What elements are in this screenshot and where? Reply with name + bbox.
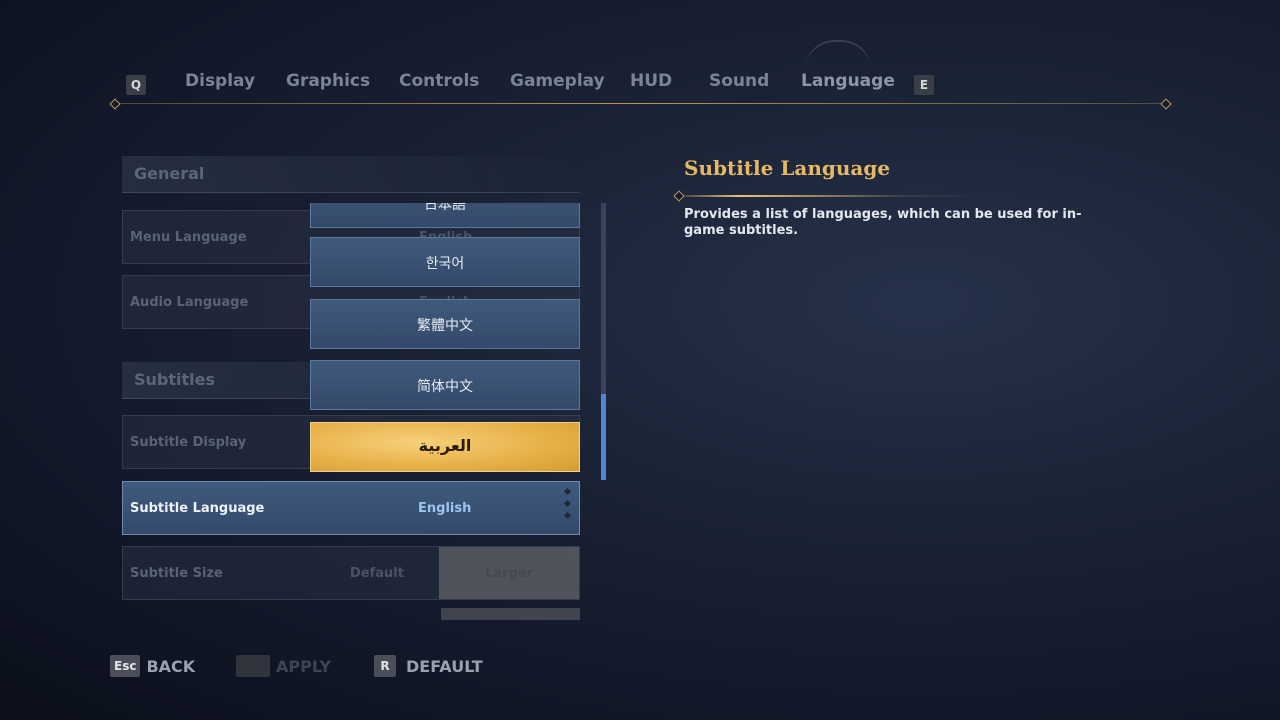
subtitle-language-value: English [418, 501, 472, 516]
audio-language-label: Audio Language [130, 295, 249, 310]
r-key-icon: R [374, 655, 396, 677]
tab-language[interactable]: Language [801, 71, 895, 91]
esc-key-icon: Esc [110, 655, 141, 677]
section-subtitles-title: Subtitles [134, 370, 216, 389]
setting-row-subtitle-size[interactable]: Subtitle Size Default Larger [122, 546, 580, 600]
setting-row-subtitle-language[interactable]: Subtitle Language English [122, 481, 580, 535]
dropdown-item-japanese-label: 日本語 [424, 203, 466, 213]
dropdown-scrollbar-thumb[interactable] [601, 394, 606, 480]
tab-gameplay[interactable]: Gameplay [510, 71, 605, 91]
subtitle-size-label: Subtitle Size [130, 566, 223, 581]
dropdown-item-japanese-clipped[interactable]: 日本語 [310, 203, 580, 228]
description-divider-cap [673, 190, 685, 202]
subtitle-size-option-larger[interactable]: Larger [439, 547, 579, 599]
tab-controls[interactable]: Controls [399, 71, 479, 91]
tab-divider [114, 103, 1166, 104]
dropdown-item-traditional-chinese[interactable]: 繁體中文 [310, 299, 580, 349]
apply-label: APPLY [276, 656, 332, 676]
dropdown-indicator-icon [563, 487, 572, 525]
dropdown-item-japanese[interactable]: 日本語 [310, 203, 580, 228]
dropdown-item-arabic[interactable]: العربية [310, 422, 580, 472]
back-label: BACK [146, 656, 196, 676]
tab-hud[interactable]: HUD [630, 71, 672, 91]
subtitle-size-option-default[interactable]: Default [350, 566, 404, 581]
dropdown-item-simplified-chinese-label: 简体中文 [417, 379, 473, 395]
next-row-peek [441, 608, 580, 620]
description-text: Provides a list of languages, which can … [684, 207, 1082, 238]
tab-display[interactable]: Display [185, 71, 255, 91]
back-action[interactable]: Esc BACK [110, 655, 195, 677]
description-title: Subtitle Language [684, 156, 891, 180]
description-divider [680, 195, 980, 197]
tab-sound[interactable]: Sound [709, 71, 769, 91]
dropdown-item-traditional-chinese-label: 繁體中文 [417, 318, 473, 334]
subtitle-size-larger-label: Larger [484, 566, 533, 581]
next-tab-key[interactable]: E [914, 75, 934, 95]
settings-tab-bar: Q Display Graphics Controls Gameplay HUD… [110, 66, 1170, 106]
dropdown-item-arabic-label: العربية [418, 436, 472, 455]
default-action[interactable]: R DEFAULT [374, 655, 483, 677]
subtitle-language-label: Subtitle Language [130, 501, 265, 516]
prev-tab-key[interactable]: Q [126, 75, 146, 95]
subtitle-display-label: Subtitle Display [130, 435, 247, 450]
tab-graphics[interactable]: Graphics [286, 71, 370, 91]
menu-language-label: Menu Language [130, 230, 247, 245]
section-general-title: General [134, 164, 205, 183]
dropdown-item-korean[interactable]: 한국어 [310, 237, 580, 287]
dropdown-item-simplified-chinese[interactable]: 简体中文 [310, 360, 580, 410]
apply-action[interactable]: APPLY [236, 655, 331, 677]
dropdown-item-korean-label: 한국어 [425, 256, 465, 272]
section-general-header: General [122, 156, 580, 193]
default-label: DEFAULT [406, 656, 483, 676]
enter-key-icon [236, 655, 270, 677]
